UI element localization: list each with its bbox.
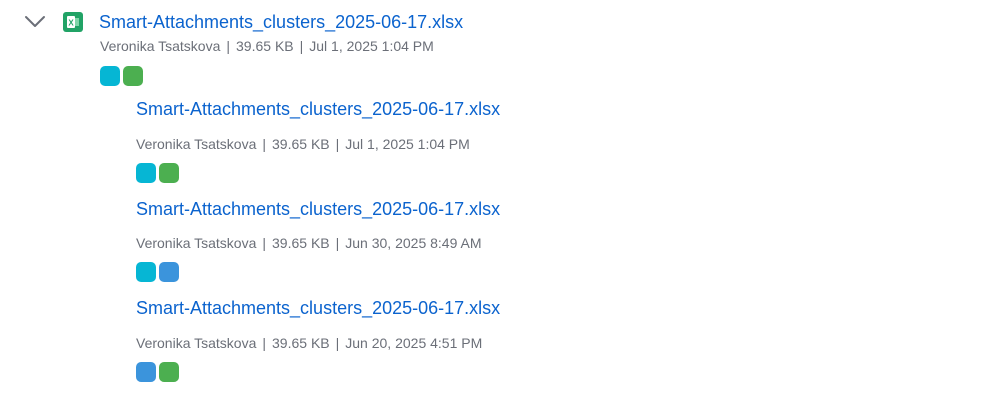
version-file-link[interactable]: Smart-Attachments_clusters_2025-06-17.xl… — [136, 197, 500, 221]
file-date: Jul 1, 2025 1:04 PM — [345, 136, 470, 152]
version-file-meta: Veronika Tsatskova | 39.65 KB | Jul 1, 2025 … — [136, 135, 470, 153]
tag-chip[interactable] — [159, 362, 179, 382]
meta-separator: | — [335, 136, 340, 152]
version-tags — [136, 163, 179, 183]
file-size: 39.65 KB — [236, 38, 294, 54]
file-date: Jun 20, 2025 4:51 PM — [345, 335, 483, 351]
file-size: 39.65 KB — [272, 136, 330, 152]
tag-chip[interactable] — [136, 262, 156, 282]
tag-chip[interactable] — [100, 66, 120, 86]
version-tags — [136, 262, 179, 282]
file-size: 39.65 KB — [272, 235, 330, 251]
tag-chip[interactable] — [159, 163, 179, 183]
excel-file-icon: X — [63, 12, 83, 32]
meta-separator: | — [335, 235, 340, 251]
tag-chip[interactable] — [136, 362, 156, 382]
excel-letter: X — [68, 19, 74, 28]
parent-file-meta: Veronika Tsatskova | 39.65 KB | Jul 1, 2025 … — [100, 37, 434, 55]
author-name: Veronika Tsatskova — [136, 235, 257, 251]
author-name: Veronika Tsatskova — [136, 136, 257, 152]
parent-tags — [100, 66, 143, 86]
meta-separator: | — [262, 335, 267, 351]
parent-file-link[interactable]: Smart-Attachments_clusters_2025-06-17.xl… — [99, 10, 463, 34]
collapse-chevron-icon[interactable] — [24, 14, 46, 30]
meta-separator: | — [226, 38, 231, 54]
meta-separator: | — [299, 38, 304, 54]
file-size: 39.65 KB — [272, 335, 330, 351]
version-file-link[interactable]: Smart-Attachments_clusters_2025-06-17.xl… — [136, 97, 500, 121]
tag-chip[interactable] — [136, 163, 156, 183]
meta-separator: | — [262, 136, 267, 152]
version-file-link[interactable]: Smart-Attachments_clusters_2025-06-17.xl… — [136, 296, 500, 320]
meta-separator: | — [262, 235, 267, 251]
version-tags — [136, 362, 179, 382]
tag-chip[interactable] — [159, 262, 179, 282]
meta-separator: | — [335, 335, 340, 351]
tag-chip[interactable] — [123, 66, 143, 86]
version-file-meta: Veronika Tsatskova | 39.65 KB | Jun 30, 2025… — [136, 234, 481, 252]
version-file-meta: Veronika Tsatskova | 39.65 KB | Jun 20, 2025… — [136, 334, 482, 352]
author-name: Veronika Tsatskova — [100, 38, 221, 54]
author-name: Veronika Tsatskova — [136, 335, 257, 351]
file-date: Jul 1, 2025 1:04 PM — [309, 38, 434, 54]
file-date: Jun 30, 2025 8:49 AM — [345, 235, 482, 251]
